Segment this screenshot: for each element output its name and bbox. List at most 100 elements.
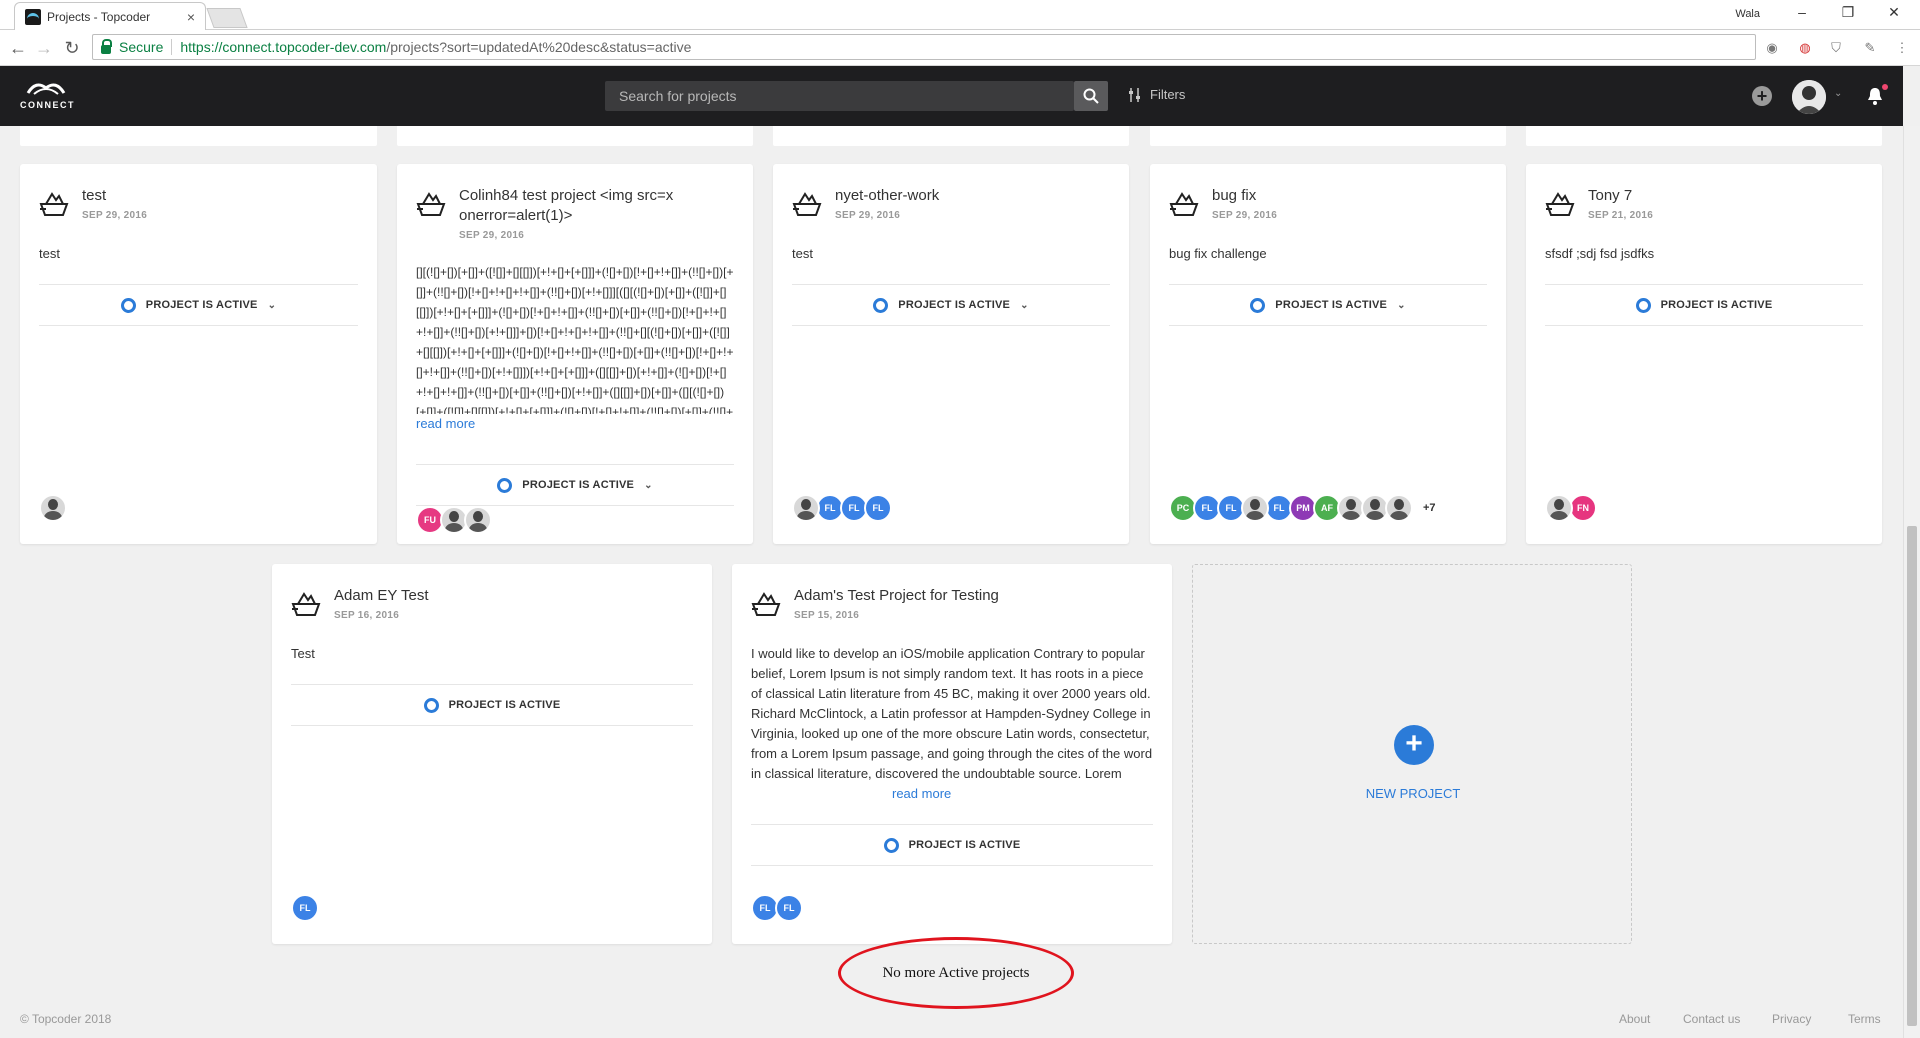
user-avatar[interactable] — [1792, 80, 1826, 114]
restore-icon[interactable]: ❐ — [1838, 4, 1858, 21]
url-host: https://connect.topcoder-dev.com — [180, 39, 387, 55]
footer-link-privacy[interactable]: Privacy — [1772, 1012, 1811, 1026]
opera-extension-icon[interactable]: ◍ — [1797, 40, 1813, 56]
project-title[interactable]: Adam's Test Project for Testing — [794, 586, 1156, 606]
avatar[interactable] — [1385, 494, 1413, 522]
address-separator — [171, 39, 173, 55]
tab-close-icon[interactable]: × — [187, 9, 195, 25]
scrollbar-thumb[interactable] — [1907, 526, 1917, 1026]
connect-logo[interactable]: CONNECT — [20, 78, 75, 114]
avatar[interactable] — [792, 494, 820, 522]
minimize-icon[interactable]: – — [1792, 4, 1812, 20]
search-box — [605, 81, 1074, 111]
project-card[interactable]: Tony 7 SEP 21, 2016 sfsdf ;sdj fsd jsdfk… — [1526, 164, 1882, 544]
project-title[interactable]: Tony 7 — [1588, 186, 1866, 206]
project-card[interactable]: Colinh84 test project <img src=x onerror… — [397, 164, 753, 544]
avatar[interactable] — [1545, 494, 1573, 522]
project-date: SEP 15, 2016 — [794, 610, 860, 621]
project-description: sfsdf ;sdj fsd jsdfks — [1545, 246, 1655, 261]
project-card[interactable]: test SEP 29, 2016 test PROJECT IS ACTIVE… — [20, 164, 377, 544]
no-more-projects-text: No more Active projects — [882, 965, 1030, 981]
project-title[interactable]: nyet-other-work — [835, 186, 1113, 206]
search-input[interactable] — [605, 81, 1073, 111]
no-more-projects-annotation: No more Active projects — [838, 937, 1078, 1013]
notification-badge — [1882, 84, 1888, 90]
card-stub — [397, 126, 753, 146]
project-title[interactable]: test — [82, 186, 361, 206]
project-description: bug fix challenge — [1169, 246, 1267, 261]
browser-tab[interactable]: Projects - Topcoder × — [14, 2, 206, 30]
avatar[interactable]: FN — [1569, 494, 1597, 522]
avatar[interactable]: FL — [291, 894, 319, 922]
avatar[interactable]: FL — [775, 894, 803, 922]
user-menu-chevron-down-icon[interactable]: ⌄ — [1834, 88, 1842, 99]
status-active-icon — [423, 697, 439, 713]
footer-link-contact[interactable]: Contact us — [1683, 1012, 1740, 1026]
status-active-icon — [883, 837, 899, 853]
menu-dots-icon[interactable]: ⋮ — [1894, 40, 1910, 56]
status-label: PROJECT IS ACTIVE — [1660, 299, 1773, 311]
project-date: SEP 29, 2016 — [82, 210, 148, 221]
close-window-icon[interactable]: ✕ — [1884, 4, 1904, 21]
status-active-icon — [1635, 297, 1651, 313]
status-active-icon — [873, 297, 889, 313]
connect-logo-icon — [26, 83, 66, 95]
project-status-dropdown[interactable]: PROJECT IS ACTIVE ⌄ — [39, 284, 358, 326]
project-card[interactable]: Adam's Test Project for Testing SEP 15, … — [732, 564, 1172, 944]
notifications-bell-icon[interactable] — [1866, 86, 1884, 106]
card-stub — [1150, 126, 1506, 146]
browser-profile-name[interactable]: Wala — [1735, 8, 1760, 20]
chevron-down-icon: ⌄ — [1020, 299, 1029, 311]
project-status-dropdown[interactable]: PROJECT IS ACTIVE ⌄ — [1169, 284, 1487, 326]
project-description: test — [792, 246, 813, 261]
address-bar[interactable]: Secure https://connect.topcoder-dev.com /… — [92, 34, 1756, 60]
camera-icon[interactable]: ◉ — [1764, 40, 1780, 56]
project-title[interactable]: bug fix — [1212, 186, 1490, 206]
search-button[interactable] — [1074, 81, 1108, 111]
project-card[interactable]: nyet-other-work SEP 29, 2016 test PROJEC… — [773, 164, 1129, 544]
pen-extension-icon[interactable]: ✎ — [1862, 40, 1878, 56]
page-scrollbar[interactable] — [1903, 126, 1920, 1038]
app-header: CONNECT Filters + ⌄ — [0, 66, 1903, 126]
new-project-card[interactable]: + NEW PROJECT — [1192, 564, 1632, 944]
read-more-link[interactable]: read more — [892, 784, 1153, 804]
project-card[interactable]: bug fix SEP 29, 2016 bug fix challenge P… — [1150, 164, 1506, 544]
footer-link-terms[interactable]: Terms — [1848, 1012, 1881, 1026]
project-status: PROJECT IS ACTIVE — [291, 684, 693, 726]
project-card[interactable]: Adam EY Test SEP 16, 2016 Test PROJECT I… — [272, 564, 712, 944]
project-status-dropdown[interactable]: PROJECT IS ACTIVE ⌄ — [416, 464, 734, 506]
status-label: PROJECT IS ACTIVE — [1275, 299, 1388, 311]
project-date: SEP 21, 2016 — [1588, 210, 1654, 221]
status-label: PROJECT IS ACTIVE — [448, 699, 561, 711]
footer-link-about[interactable]: About — [1619, 1012, 1650, 1026]
logo-text: CONNECT — [20, 100, 75, 110]
browser-tab-bar: Projects - Topcoder × Wala – ❐ ✕ — [0, 0, 1920, 30]
new-project-label[interactable]: NEW PROJECT — [1193, 786, 1633, 801]
project-type-icon — [1545, 192, 1575, 216]
filters-button[interactable]: Filters — [1128, 87, 1185, 102]
project-title[interactable]: Colinh84 test project <img src=x onerror… — [459, 186, 737, 226]
project-description: I would like to develop an iOS/mobile ap… — [751, 646, 1153, 781]
avatar[interactable] — [1241, 494, 1269, 522]
status-active-icon — [497, 477, 513, 493]
team-avatars: FL — [291, 894, 319, 922]
tab-title: Projects - Topcoder — [47, 9, 151, 24]
new-tab-button[interactable] — [206, 8, 248, 28]
back-icon[interactable]: ← — [8, 38, 28, 58]
avatar[interactable]: FL — [864, 494, 892, 522]
reload-icon[interactable]: ↻ — [62, 38, 82, 58]
add-project-icon[interactable]: + — [1752, 86, 1772, 106]
avatar[interactable] — [464, 506, 492, 534]
more-members-count[interactable]: +7 — [1423, 502, 1436, 514]
project-status-dropdown[interactable]: PROJECT IS ACTIVE ⌄ — [792, 284, 1110, 326]
chevron-down-icon: ⌄ — [1397, 299, 1406, 311]
team-avatars — [39, 494, 67, 522]
shield-icon[interactable]: ⛉ — [1828, 40, 1844, 56]
lock-icon — [101, 38, 112, 54]
avatar[interactable] — [39, 494, 67, 522]
team-avatars: FU — [416, 506, 492, 534]
project-title[interactable]: Adam EY Test — [334, 586, 696, 606]
forward-icon[interactable]: → — [34, 38, 54, 58]
read-more-link[interactable]: read more — [416, 414, 734, 434]
add-icon[interactable]: + — [1394, 725, 1434, 765]
